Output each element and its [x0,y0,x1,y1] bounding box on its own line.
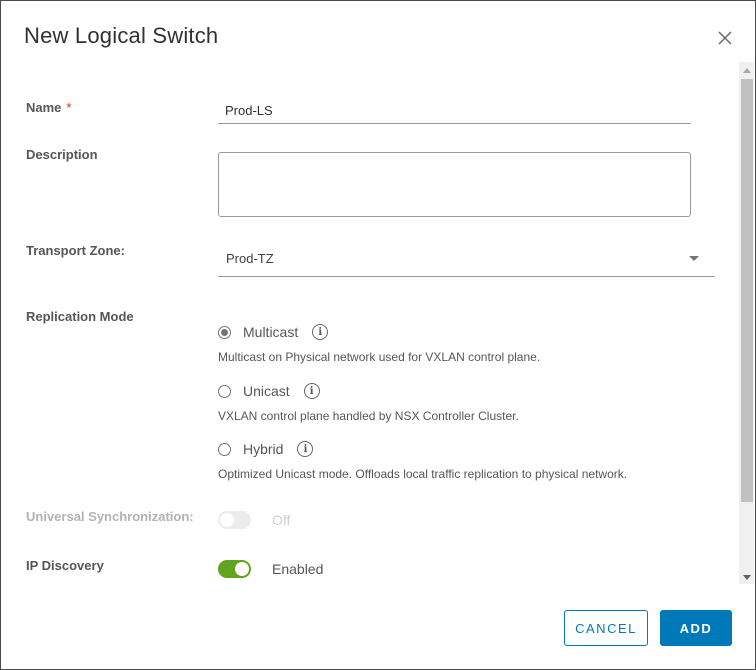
ip-discovery-label: IP Discovery [26,558,104,573]
dialog-title: New Logical Switch [24,23,219,48]
hybrid-description: Optimized Unicast mode. Offloads local t… [218,467,628,481]
universal-sync-state: Off [272,512,291,528]
multicast-description: Multicast on Physical network used for V… [218,350,541,364]
description-textarea[interactable] [218,152,691,217]
transport-zone-value: Prod-TZ [226,251,274,266]
required-marker: * [66,100,72,115]
name-label: Name * [26,100,71,115]
transport-zone-label: Transport Zone: [26,243,125,258]
unicast-label: Unicast [243,383,290,399]
scroll-down-arrow-icon[interactable] [743,575,751,580]
info-icon[interactable]: i [312,324,329,340]
transport-zone-select[interactable]: Prod-TZ [218,244,715,277]
scroll-up-arrow-icon[interactable] [743,68,751,73]
info-icon[interactable]: i [297,441,314,457]
cancel-button[interactable]: CANCEL [564,610,648,646]
unicast-description: VXLAN control plane handled by NSX Contr… [218,409,519,423]
chevron-down-icon [689,256,699,261]
toggle-knob [235,562,249,576]
hybrid-radio[interactable] [218,442,231,456]
hybrid-label: Hybrid [243,441,284,457]
close-button[interactable] [716,29,734,47]
name-label-text: Name [26,100,62,115]
scrollbar[interactable] [739,62,754,584]
universal-sync-toggle[interactable] [218,511,251,529]
close-icon [718,31,732,45]
multicast-radio[interactable] [218,325,231,339]
universal-sync-label: Universal Synchronization: [26,509,194,524]
add-button[interactable]: ADD [660,610,732,646]
info-icon[interactable]: i [303,383,320,399]
radio-option-hybrid[interactable]: Hybrid i [218,440,314,458]
ip-discovery-toggle[interactable] [218,560,251,578]
ip-discovery-state: Enabled [272,561,324,577]
unicast-radio[interactable] [218,384,231,398]
new-logical-switch-dialog: New Logical Switch Name * Description Tra… [0,0,756,670]
toggle-knob [220,513,234,527]
radio-option-unicast[interactable]: Unicast i [218,382,320,400]
replication-mode-label: Replication Mode [26,309,134,324]
multicast-label: Multicast [243,324,299,340]
description-label: Description [26,147,98,162]
name-input[interactable] [218,97,691,124]
radio-option-multicast[interactable]: Multicast i [218,323,329,341]
scrollbar-thumb[interactable] [741,79,753,502]
